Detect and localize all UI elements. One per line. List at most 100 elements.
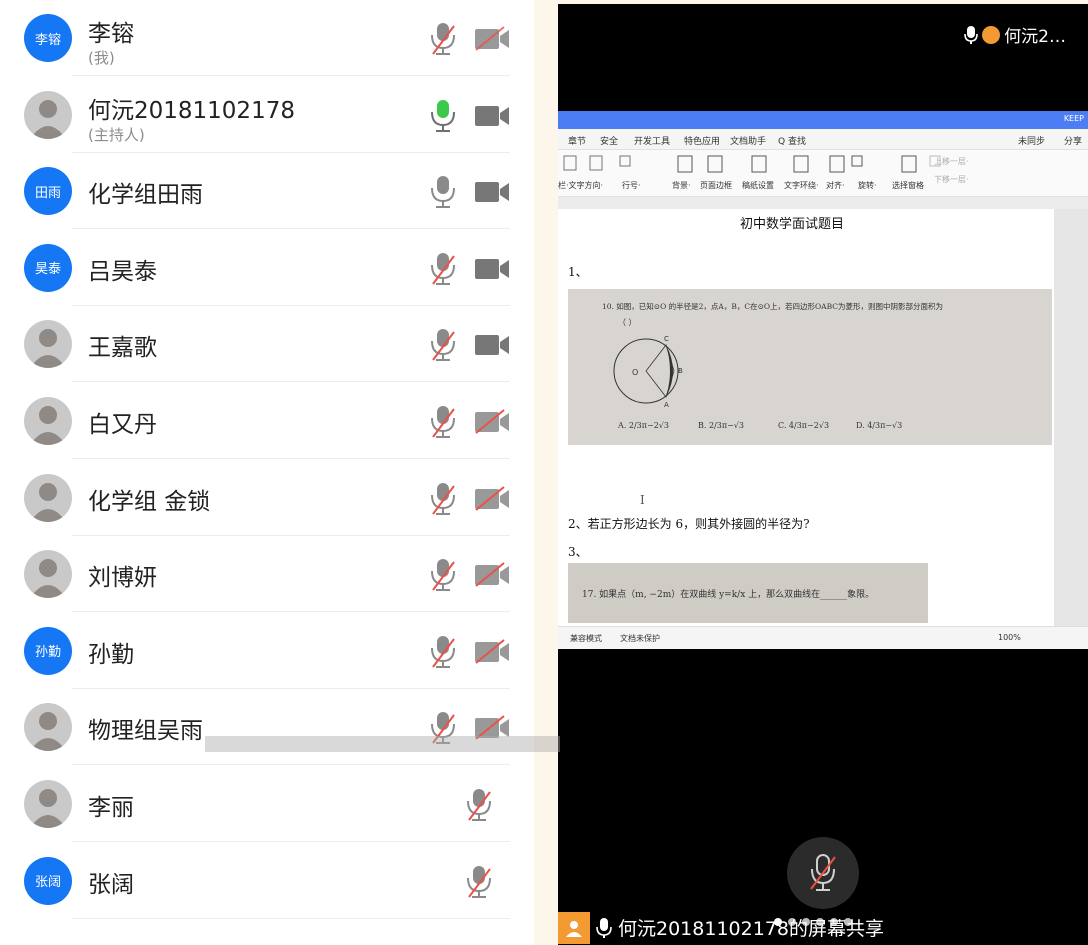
microphone-icon[interactable] bbox=[430, 99, 456, 133]
option-c: C. 4/3π−2√3 bbox=[778, 421, 830, 430]
camera-off-icon[interactable] bbox=[474, 639, 510, 665]
question-photo: 10. 如图，已知⊙O 的半径是2，点A，B，C在⊙O上，若四边形OABC为菱形… bbox=[568, 289, 1052, 445]
microphone-muted-icon[interactable] bbox=[430, 482, 456, 516]
ribbon-label: 行号· bbox=[622, 181, 641, 190]
camera-off-icon[interactable] bbox=[474, 485, 510, 512]
zoom-level: 100% bbox=[998, 633, 1021, 642]
share-caption: 何沅20181102178的屏幕共享 bbox=[558, 910, 884, 945]
document-titlebar: KEEP bbox=[558, 111, 1088, 129]
document-title: 初中数学面试题目 bbox=[740, 217, 845, 232]
camera-icon[interactable] bbox=[474, 103, 510, 129]
ribbon-label: 对齐· bbox=[826, 181, 845, 190]
question-number: 1、 bbox=[568, 265, 588, 279]
document-ribbon: 栏·文字方向· 行号· 背景· 页面边框 稿纸设置 文字环绕· 对齐· 旋转· … bbox=[558, 150, 1088, 197]
participant-row[interactable]: 田雨 化学组田雨 bbox=[0, 153, 534, 230]
participant-list: 李镕 李镕 (我) 何沅20181102178 (主持人) 田雨 化学组田雨 昊泰 吕昊泰… bbox=[0, 0, 534, 945]
protect-status: 文档未保护 bbox=[620, 634, 660, 643]
avatar: 田雨 bbox=[24, 167, 72, 216]
camera-icon[interactable] bbox=[474, 332, 510, 358]
menu-item: 开发工具 bbox=[634, 137, 671, 147]
keep-label: KEEP bbox=[1063, 114, 1084, 123]
ribbon-label: 上移一层· bbox=[934, 157, 969, 166]
menu-item: 章节 bbox=[568, 137, 587, 147]
presenter-label: 何沅2… bbox=[1004, 27, 1066, 47]
option-d: D. 4/3π−√3 bbox=[856, 421, 903, 430]
avatar-initials: 张阔 bbox=[34, 875, 61, 891]
microphone-muted-icon[interactable] bbox=[466, 788, 492, 822]
participant-row[interactable]: 昊泰 吕昊泰 bbox=[0, 230, 534, 306]
participant-name: 物理组吴雨 bbox=[88, 718, 203, 745]
text-cursor: I bbox=[640, 493, 645, 507]
avatar bbox=[24, 473, 72, 522]
participant-name: 张阔 bbox=[88, 871, 134, 898]
svg-text:C: C bbox=[664, 335, 669, 343]
menu-item: 特色应用 bbox=[684, 137, 721, 147]
microphone-muted-icon[interactable] bbox=[430, 252, 456, 286]
microphone-muted-icon[interactable] bbox=[430, 22, 456, 56]
participant-name: 孙勤 bbox=[88, 641, 134, 668]
participant-row[interactable]: 白又丹 bbox=[0, 383, 534, 459]
circle-diagram: O C B A bbox=[613, 335, 683, 409]
document-statusbar: 兼容模式 文档未保护 100% bbox=[558, 626, 1088, 649]
participant-row[interactable]: 李丽 bbox=[0, 766, 534, 842]
ribbon-label: 下移一层· bbox=[934, 175, 969, 184]
microphone-muted-icon[interactable] bbox=[430, 405, 456, 439]
camera-icon[interactable] bbox=[474, 179, 510, 205]
option-a: A. 2/3π−2√3 bbox=[618, 421, 669, 430]
participant-row[interactable]: 刘博妍 bbox=[0, 536, 534, 613]
avatar-initials: 李镕 bbox=[34, 32, 61, 48]
participant-row[interactable]: 何沅20181102178 (主持人) bbox=[0, 77, 534, 153]
avatar-icon bbox=[982, 25, 1001, 44]
participant-role: (我) bbox=[88, 49, 115, 67]
presenter-avatar-icon bbox=[558, 911, 590, 944]
question-text: 17. 如果点（m, −2m）在双曲线 y=k/x 上，那么双曲线在______… bbox=[582, 590, 875, 600]
participant-row[interactable]: 李镕 李镕 (我) bbox=[0, 0, 534, 76]
avatar bbox=[24, 703, 72, 752]
participant-name: 吕昊泰 bbox=[88, 258, 157, 285]
participant-row[interactable]: 物理组吴雨 bbox=[0, 689, 534, 766]
avatar: 张阔 bbox=[24, 856, 72, 905]
question-photo: 17. 如果点（m, −2m）在双曲线 y=k/x 上，那么双曲线在______… bbox=[568, 563, 928, 623]
participant-name: 化学组田雨 bbox=[88, 182, 203, 209]
camera-off-icon[interactable] bbox=[474, 26, 510, 52]
mute-toggle-button[interactable] bbox=[787, 837, 859, 909]
avatar-initials: 田雨 bbox=[34, 185, 61, 201]
participant-row[interactable]: 化学组 金锁 bbox=[0, 460, 534, 536]
sync-status: 未同步 bbox=[1018, 137, 1046, 147]
camera-off-icon[interactable] bbox=[474, 409, 510, 435]
avatar bbox=[24, 397, 72, 445]
ribbon-label: 文字环绕· bbox=[784, 181, 819, 190]
participant-name: 刘博妍 bbox=[88, 565, 157, 592]
participant-row[interactable]: 孙勤 孙勤 bbox=[0, 613, 534, 689]
participant-name: 化学组 金锁 bbox=[88, 488, 211, 515]
avatar bbox=[24, 550, 72, 599]
avatar bbox=[24, 780, 72, 828]
microphone-muted-icon[interactable] bbox=[430, 328, 456, 362]
avatar bbox=[24, 90, 72, 139]
menu-item: Q 查找 bbox=[778, 137, 806, 147]
microphone-muted-icon[interactable] bbox=[430, 558, 456, 592]
screen-share-panel[interactable]: 何沅2… KEEP 章节 安全 开发工具 特色应用 文档助手 Q 查找 未同步 … bbox=[558, 4, 1088, 945]
microphone-icon bbox=[964, 25, 978, 44]
participant-name: 王嘉歌 bbox=[88, 335, 157, 362]
presenter-name-tag: 何沅2… bbox=[964, 22, 1066, 47]
question-text: 10. 如图，已知⊙O 的半径是2，点A，B，C在⊙O上，若四边形OABC为菱形… bbox=[602, 302, 943, 311]
camera-icon[interactable] bbox=[474, 256, 510, 282]
camera-off-icon[interactable] bbox=[474, 562, 510, 588]
menu-item: 安全 bbox=[600, 137, 619, 147]
microphone-muted-icon[interactable] bbox=[430, 635, 456, 669]
participant-row[interactable]: 张阔 张阔 bbox=[0, 843, 534, 919]
avatar-initials: 昊泰 bbox=[34, 262, 61, 278]
microphone-muted-icon[interactable] bbox=[466, 865, 492, 899]
microphone-icon[interactable] bbox=[430, 175, 456, 209]
question-number: 3、 bbox=[568, 545, 588, 559]
shared-document: KEEP 章节 安全 开发工具 特色应用 文档助手 Q 查找 未同步 分享 栏·… bbox=[558, 111, 1088, 649]
participant-row[interactable]: 王嘉歌 bbox=[0, 306, 534, 383]
question-2: 2、若正方形边长为 6，则其外接圆的半径为? bbox=[568, 517, 810, 531]
participant-role: (主持人) bbox=[88, 125, 145, 144]
row-divider bbox=[72, 917, 510, 919]
document-scrollbar bbox=[1054, 209, 1088, 627]
avatar: 昊泰 bbox=[24, 243, 72, 292]
menu-item: 文档助手 bbox=[730, 137, 767, 147]
ribbon-label: 栏·文字方向· bbox=[558, 181, 604, 190]
